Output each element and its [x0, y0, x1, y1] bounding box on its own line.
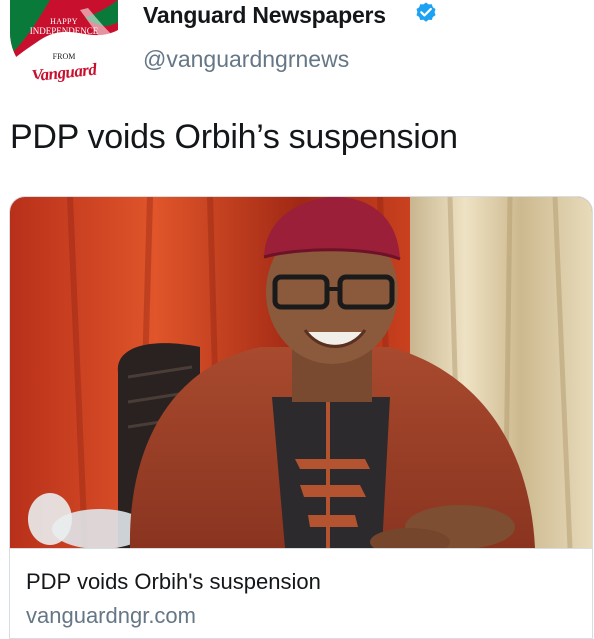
card-divider [10, 548, 592, 549]
author-avatar[interactable]: HAPPY INDEPENDENCE DAY FROM Vanguard [10, 0, 118, 86]
link-card-title[interactable]: PDP voids Orbih's suspension [26, 569, 321, 595]
tweet-text: PDP voids Orbih’s suspension [10, 118, 458, 156]
author-display-name[interactable]: Vanguard Newspapers [143, 2, 386, 29]
avatar-text-happy: HAPPY [50, 17, 78, 26]
article-photo [10, 197, 592, 548]
author-handle[interactable]: @vanguardngrnews [143, 46, 349, 73]
link-card-domain[interactable]: vanguardngr.com [26, 603, 196, 629]
verified-badge-icon [416, 2, 436, 22]
link-card[interactable]: PDP voids Orbih's suspension vanguardngr… [9, 196, 593, 639]
avatar-text-day: DAY [50, 35, 78, 50]
